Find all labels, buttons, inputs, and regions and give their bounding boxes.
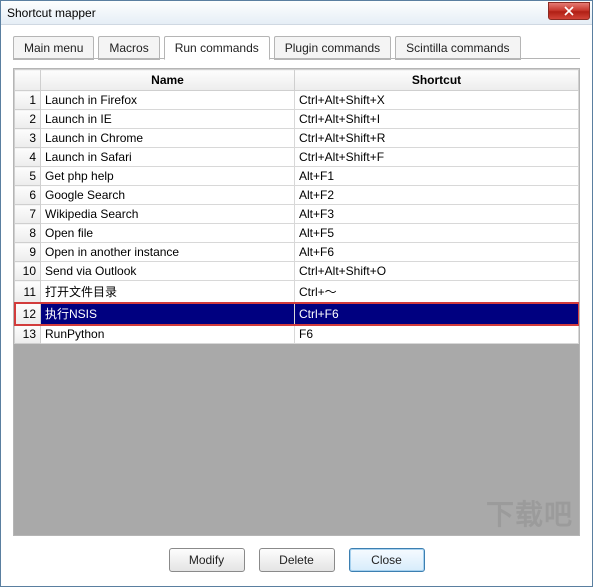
cell-shortcut: Alt+F6 (295, 243, 579, 262)
table-row[interactable]: 4Launch in SafariCtrl+Alt+Shift+F (15, 148, 579, 167)
table-row[interactable]: 1Launch in FirefoxCtrl+Alt+Shift+X (15, 91, 579, 110)
cell-shortcut: Ctrl+Alt+Shift+F (295, 148, 579, 167)
cell-shortcut: Ctrl+Alt+Shift+I (295, 110, 579, 129)
column-header-shortcut[interactable]: Shortcut (295, 70, 579, 91)
cell-shortcut: Alt+F2 (295, 186, 579, 205)
cell-shortcut: Alt+F1 (295, 167, 579, 186)
cell-shortcut: Ctrl+Alt+Shift+O (295, 262, 579, 281)
row-number: 11 (15, 281, 41, 303)
cell-shortcut: Ctrl+F6 (295, 303, 579, 325)
cell-name: Get php help (41, 167, 295, 186)
cell-shortcut: F6 (295, 325, 579, 344)
table-row[interactable]: 2Launch in IECtrl+Alt+Shift+I (15, 110, 579, 129)
cell-name: Launch in Chrome (41, 129, 295, 148)
cell-name: Launch in Safari (41, 148, 295, 167)
cell-name: Open in another instance (41, 243, 295, 262)
table-row[interactable]: 13RunPythonF6 (15, 325, 579, 344)
row-number: 1 (15, 91, 41, 110)
table-row[interactable]: 3Launch in ChromeCtrl+Alt+Shift+R (15, 129, 579, 148)
cell-name: RunPython (41, 325, 295, 344)
rownum-header[interactable] (15, 70, 41, 91)
client-area: Main menuMacrosRun commandsPlugin comman… (1, 25, 592, 586)
cell-name: Launch in IE (41, 110, 295, 129)
row-number: 9 (15, 243, 41, 262)
row-number: 4 (15, 148, 41, 167)
close-button[interactable]: Close (349, 548, 425, 572)
tab-main-menu[interactable]: Main menu (13, 36, 94, 60)
watermark-text: 下载吧 (486, 493, 573, 533)
modify-button[interactable]: Modify (169, 548, 245, 572)
row-number: 13 (15, 325, 41, 344)
tab-scintilla-commands[interactable]: Scintilla commands (395, 36, 520, 60)
row-number: 7 (15, 205, 41, 224)
tab-plugin-commands[interactable]: Plugin commands (274, 36, 391, 60)
row-number: 10 (15, 262, 41, 281)
cell-name: Google Search (41, 186, 295, 205)
shortcut-grid-container: Name Shortcut 1Launch in FirefoxCtrl+Alt… (13, 68, 580, 536)
cell-shortcut: Alt+F3 (295, 205, 579, 224)
window: Shortcut mapper Main menuMacrosRun comma… (0, 0, 593, 587)
cell-shortcut: Alt+F5 (295, 224, 579, 243)
column-header-name[interactable]: Name (41, 70, 295, 91)
close-icon (564, 6, 574, 16)
cell-shortcut: Ctrl+Alt+Shift+R (295, 129, 579, 148)
table-row[interactable]: 7Wikipedia SearchAlt+F3 (15, 205, 579, 224)
row-number: 12 (15, 303, 41, 325)
tab-underline (13, 58, 580, 59)
row-number: 8 (15, 224, 41, 243)
cell-name: 打开文件目录 (41, 281, 295, 303)
titlebar[interactable]: Shortcut mapper (1, 1, 592, 25)
row-number: 2 (15, 110, 41, 129)
delete-button[interactable]: Delete (259, 548, 335, 572)
table-row[interactable]: 12执行NSISCtrl+F6 (15, 303, 579, 325)
table-row[interactable]: 10Send via OutlookCtrl+Alt+Shift+O (15, 262, 579, 281)
cell-name: Send via Outlook (41, 262, 295, 281)
cell-name: 执行NSIS (41, 303, 295, 325)
row-number: 6 (15, 186, 41, 205)
table-row[interactable]: 9Open in another instanceAlt+F6 (15, 243, 579, 262)
cell-name: Launch in Firefox (41, 91, 295, 110)
tab-run-commands[interactable]: Run commands (164, 36, 270, 60)
shortcut-grid[interactable]: Name Shortcut 1Launch in FirefoxCtrl+Alt… (14, 69, 579, 344)
row-number: 3 (15, 129, 41, 148)
table-row[interactable]: 11打开文件目录Ctrl+～ (15, 281, 579, 303)
tabstrip: Main menuMacrosRun commandsPlugin comman… (1, 25, 592, 59)
tab-macros[interactable]: Macros (98, 36, 159, 60)
dialog-footer: Modify Delete Close (1, 536, 592, 586)
cell-name: Open file (41, 224, 295, 243)
row-number: 5 (15, 167, 41, 186)
close-window-button[interactable] (548, 2, 590, 20)
window-title: Shortcut mapper (7, 6, 96, 20)
table-row[interactable]: 5Get php helpAlt+F1 (15, 167, 579, 186)
cell-shortcut: Ctrl+～ (295, 281, 579, 303)
table-row[interactable]: 8Open fileAlt+F5 (15, 224, 579, 243)
cell-shortcut: Ctrl+Alt+Shift+X (295, 91, 579, 110)
cell-name: Wikipedia Search (41, 205, 295, 224)
table-row[interactable]: 6Google SearchAlt+F2 (15, 186, 579, 205)
